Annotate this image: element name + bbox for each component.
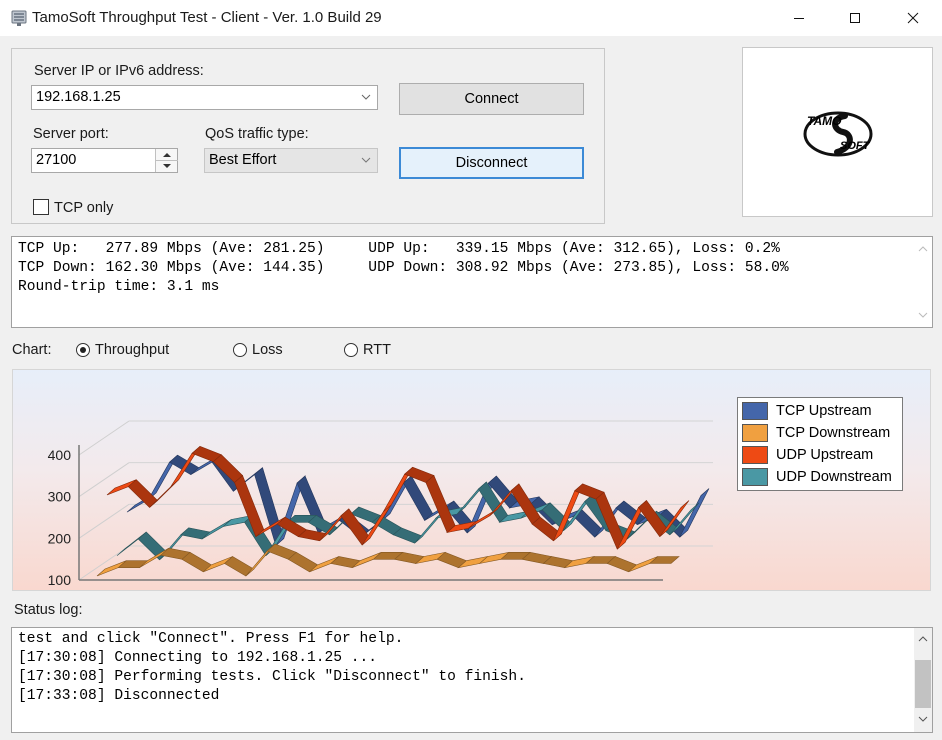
series-segment [96,560,127,577]
y-tick-label: 300 [48,489,72,505]
title-bar[interactable]: TamoSoft Throughput Test - Client - Ver.… [0,0,942,36]
legend-swatch [742,446,768,464]
grid-line [78,503,130,539]
spinner-arrows-icon [156,153,178,168]
legend-item: TCP Downstream [742,423,890,443]
legend-swatch [742,468,768,486]
logo-text-bottom: SOFT [840,140,870,152]
status-log-box[interactable]: test and click "Connect". Press F1 for h… [11,627,933,733]
scroll-arrows-icon [918,246,928,318]
maximize-icon [850,13,860,23]
radio-selected-icon [76,343,90,357]
legend-label: TCP Upstream [776,403,872,419]
radio-loss[interactable]: Loss [233,342,283,358]
server-port-field[interactable]: 27100 [31,148,178,173]
legend-label: UDP Upstream [776,447,874,463]
server-address-label: Server IP or IPv6 address: [34,63,204,79]
radio-throughput-label: Throughput [95,342,170,358]
series-segment [201,519,232,540]
radio-unselected-icon [233,343,247,357]
chart-selector-label: Chart: [12,342,52,358]
minimize-button[interactable] [776,0,822,36]
tcp-only-label[interactable]: TCP only [54,200,113,216]
radio-loss-label: Loss [252,342,283,358]
legend-swatch [742,402,768,420]
status-log-label: Status log: [14,602,83,618]
radio-unselected-icon [344,343,358,357]
tcp-only-checkbox[interactable] [33,199,49,215]
minimize-icon [794,18,804,19]
logo-text-top: TAMO [807,114,842,128]
connect-button[interactable]: Connect [399,83,584,115]
status-line: [17:33:08] Disconnected [18,688,220,704]
status-scrollbar[interactable] [914,628,932,732]
close-button[interactable] [890,0,936,36]
grid-line [78,462,130,498]
legend-item: UDP Downstream [742,467,892,487]
grid-line [78,420,130,456]
qos-combo[interactable]: Best Effort [204,148,378,173]
legend-label: UDP Downstream [776,469,892,485]
server-port-value: 27100 [36,152,77,168]
y-tick-label: 400 [48,447,72,463]
radio-throughput[interactable]: Throughput [76,342,169,358]
close-icon [907,12,919,24]
app-icon [11,10,27,26]
server-address-combo[interactable]: 192.168.1.25 [31,85,378,110]
server-address-value: 192.168.1.25 [36,89,121,105]
disconnect-button[interactable]: Disconnect [399,147,584,179]
port-spinner[interactable] [155,149,178,172]
status-line: [17:30:08] Performing tests. Click "Disc… [18,669,526,685]
qos-value: Best Effort [209,152,277,168]
legend-swatch [742,424,768,442]
y-tick-label: 200 [48,530,72,546]
series-segment [180,527,211,540]
qos-label: QoS traffic type: [205,126,309,142]
series-segment [679,488,710,538]
server-port-label: Server port: [33,126,109,142]
stats-line-2: TCP Down: 162.30 Mbps (Ave: 144.35) UDP … [18,260,789,276]
chevron-down-icon [361,157,371,163]
series-segment [648,556,680,564]
radio-rtt-label: RTT [363,342,391,358]
status-line: [17:30:08] Connecting to 192.168.1.25 ..… [18,650,378,666]
scroll-arrows-icon [915,636,931,722]
stats-scrollbar[interactable] [914,237,932,327]
legend-label: TCP Downstream [776,425,891,441]
radio-rtt[interactable]: RTT [344,342,391,358]
stats-line-1: TCP Up: 277.89 Mbps (Ave: 281.25) UDP Up… [18,241,780,257]
legend-item: TCP Upstream [742,401,872,421]
window-title: TamoSoft Throughput Test - Client - Ver.… [32,9,382,26]
stats-box[interactable]: TCP Up: 277.89 Mbps (Ave: 281.25) UDP Up… [11,236,933,328]
stats-line-3: Round-trip time: 3.1 ms [18,279,220,295]
chart-legend: TCP Upstream TCP Downstream UDP Upstream… [737,397,903,491]
status-line: test and click "Connect". Press F1 for h… [18,631,404,647]
legend-item: UDP Upstream [742,445,873,465]
chevron-down-icon [361,94,371,100]
y-tick-label: 100 [48,572,72,588]
maximize-button[interactable] [832,0,878,36]
logo-panel: TAMO SOFT [742,47,933,217]
